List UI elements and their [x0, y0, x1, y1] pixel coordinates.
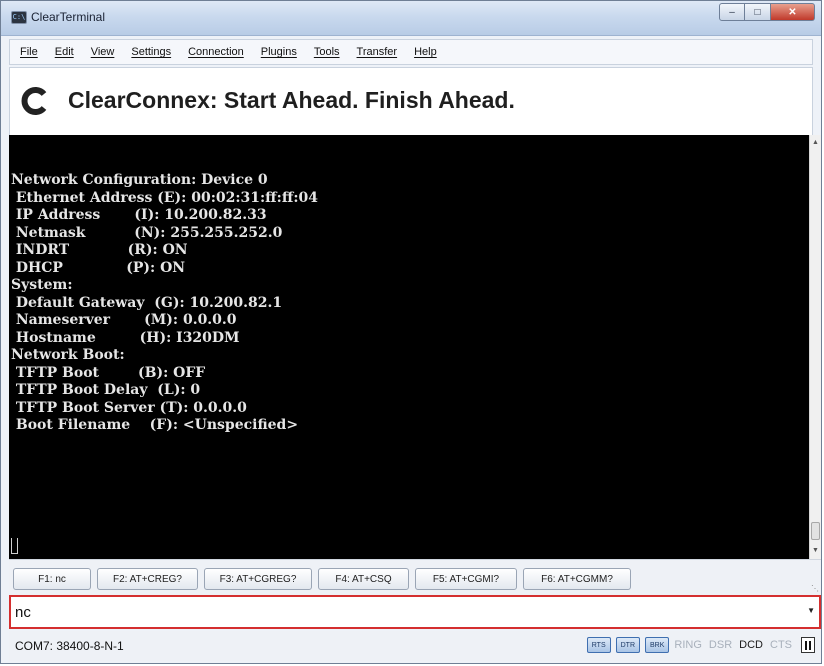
signal-panel: RTS DTR BRK RING DSR DCD CTS — [586, 637, 815, 653]
menu-settings[interactable]: Settings — [131, 46, 171, 58]
fkey-f1-button[interactable]: F1: nc — [13, 568, 91, 590]
resize-grip-icon[interactable]: ⋱ — [811, 585, 819, 593]
pause-icon[interactable] — [801, 637, 815, 653]
menu-transfer[interactable]: Transfer — [357, 46, 398, 58]
brand-banner: ClearConnex: Start Ahead. Finish Ahead. — [9, 67, 813, 135]
clearconnex-logo — [21, 87, 47, 115]
fkey-f6-button[interactable]: F6: AT+CGMM? — [523, 568, 631, 590]
terminal-cursor — [11, 538, 18, 554]
window-controls: – □ ✕ — [719, 3, 815, 23]
status-bar: COM7: 38400-8-N-1 RTS DTR BRK RING DSR D… — [9, 631, 821, 661]
scroll-up-icon[interactable]: ▲ — [810, 137, 821, 149]
terminal-line: DHCP (P): ON — [11, 259, 186, 276]
terminal-line: Network Configuration: Device 0 — [11, 172, 268, 188]
command-input[interactable] — [15, 601, 795, 623]
dcd-indicator: DCD — [739, 639, 763, 651]
menu-plugins[interactable]: Plugins — [261, 46, 297, 58]
menu-bar: File Edit View Settings Connection Plugi… — [9, 39, 813, 65]
fkey-f3-button[interactable]: F3: AT+CGREG? — [204, 568, 312, 590]
terminal-line: IP Address (I): 10.200.82.33 — [11, 207, 267, 223]
terminal-line: INDRT (R): ON — [11, 242, 188, 258]
fkey-f5-button[interactable]: F5: AT+CGMI? — [415, 568, 517, 590]
menu-view[interactable]: View — [91, 46, 115, 58]
terminal-line: Ethernet Address (E): 00:02:31:ff:ff:04 — [11, 189, 318, 206]
minimize-button[interactable]: – — [719, 3, 745, 21]
terminal-line: Hostname (H): I320DM — [11, 329, 240, 346]
scrollbar-thumb[interactable] — [811, 522, 820, 540]
terminal-line: System: — [11, 277, 73, 293]
terminal-line: TFTP Boot Delay (L): 0 — [11, 382, 201, 398]
brk-button[interactable]: BRK — [645, 637, 670, 653]
menu-tools[interactable]: Tools — [314, 46, 340, 58]
ring-indicator: RING — [674, 639, 702, 651]
rts-button[interactable]: RTS — [586, 637, 611, 653]
terminal-line: TFTP Boot (B): OFF — [11, 364, 206, 381]
banner-tagline: ClearConnex: Start Ahead. Finish Ahead. — [68, 87, 515, 113]
terminal-line: Boot Filename (F): <Unspecified> — [11, 417, 299, 433]
fkey-f2-button[interactable]: F2: AT+CREG? — [97, 568, 198, 590]
app-window: C:\ ClearTerminal – □ ✕ File Edit View S… — [0, 0, 822, 664]
function-key-bar: F1: nc F2: AT+CREG? F3: AT+CGREG? F4: AT… — [9, 559, 821, 595]
menu-file[interactable]: File — [20, 46, 38, 58]
dtr-button[interactable]: DTR — [615, 637, 641, 653]
dsr-indicator: DSR — [708, 639, 733, 651]
title-bar[interactable]: C:\ ClearTerminal – □ ✕ — [1, 1, 821, 36]
terminal-line: Default Gateway (G): 10.200.82.1 — [11, 294, 283, 311]
menu-edit[interactable]: Edit — [55, 46, 74, 58]
terminal-scrollbar[interactable]: ▲ ▼ — [809, 135, 821, 559]
dropdown-arrow-icon[interactable]: ▼ — [807, 606, 815, 615]
terminal-line: Nameserver (M): 0.0.0.0 — [11, 312, 237, 328]
fkey-f4-button[interactable]: F4: AT+CSQ — [318, 568, 409, 590]
maximize-button[interactable]: □ — [745, 3, 771, 21]
terminal-output[interactable]: Network Configuration: Device 0 Ethernet… — [9, 135, 809, 559]
terminal-text: Network Configuration: Device 0 Ethernet… — [11, 172, 318, 435]
terminal-line: Network Boot: — [11, 347, 125, 363]
scroll-down-icon[interactable]: ▼ — [810, 545, 821, 557]
menu-connection[interactable]: Connection — [188, 46, 244, 58]
terminal-line: TFTP Boot Server (T): 0.0.0.0 — [11, 399, 247, 416]
menu-help[interactable]: Help — [414, 46, 437, 58]
port-settings: COM7: 38400-8-N-1 — [15, 639, 124, 653]
window-title: ClearTerminal — [31, 10, 106, 24]
terminal-line: Netmask (N): 255.255.252.0 — [11, 224, 283, 241]
cts-indicator: CTS — [770, 639, 792, 651]
command-input-box: ▼ — [9, 595, 821, 629]
terminal-app-icon: C:\ — [11, 11, 27, 24]
close-button[interactable]: ✕ — [771, 3, 815, 21]
